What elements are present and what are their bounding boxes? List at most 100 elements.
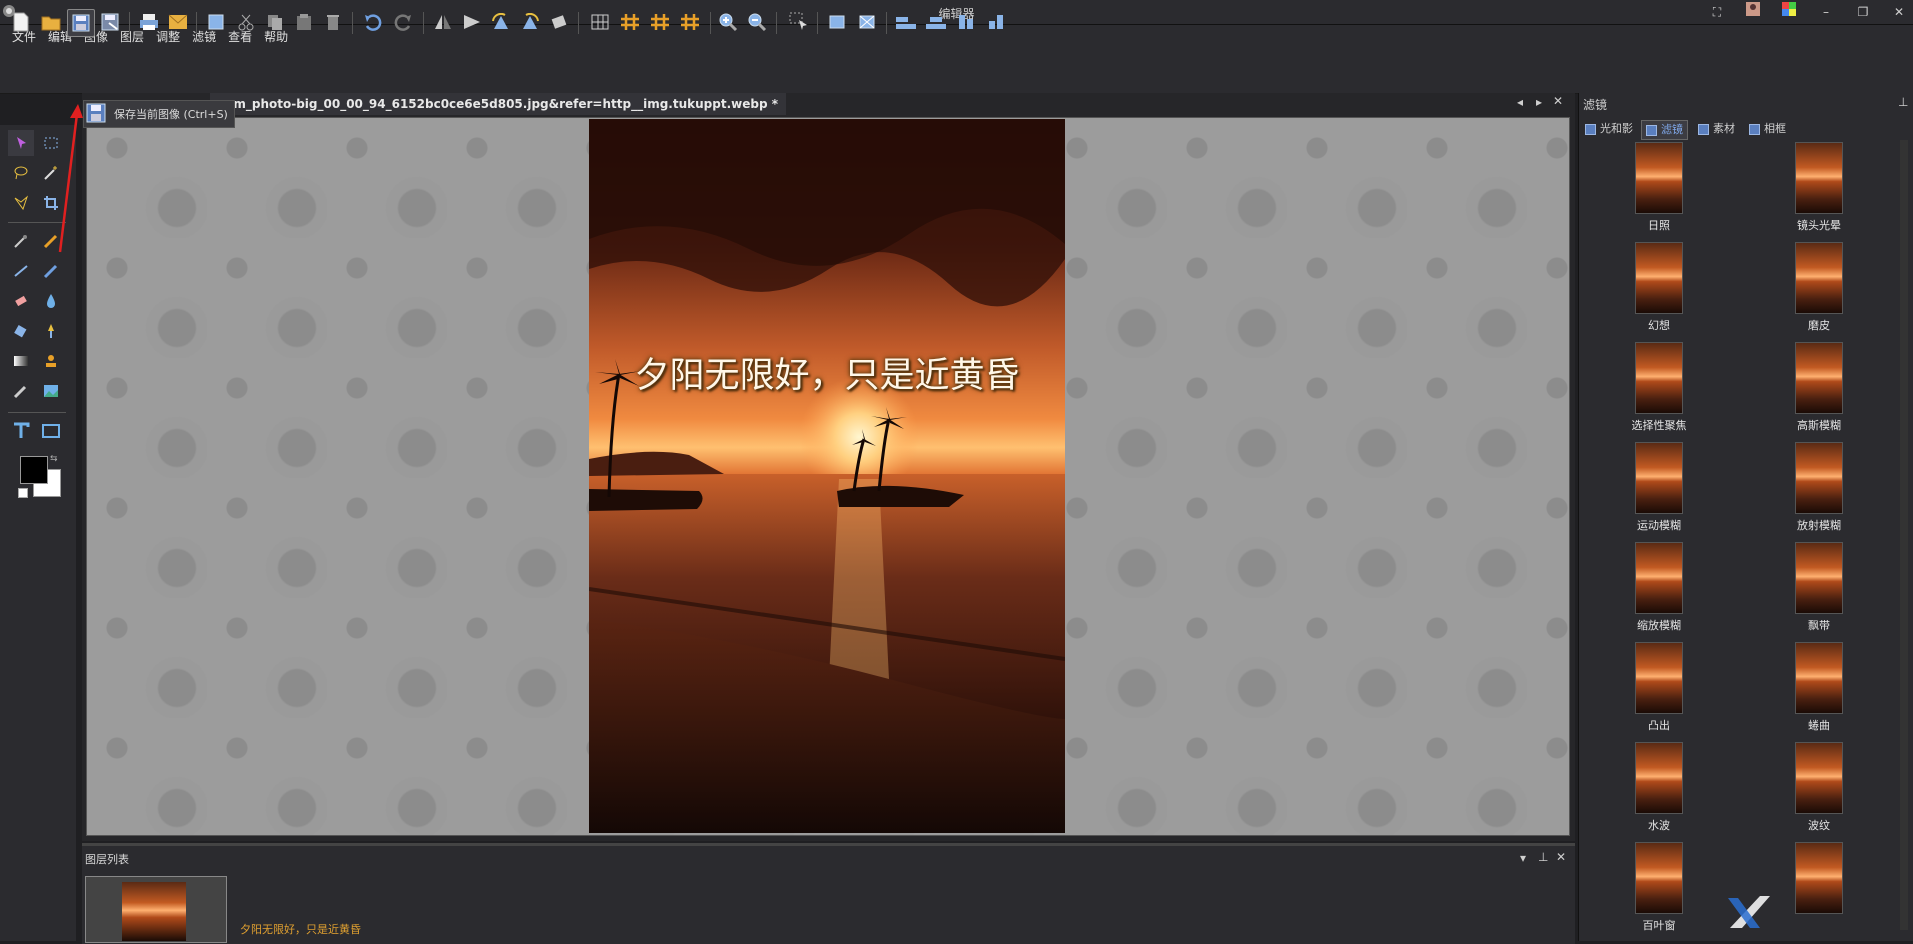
close-button[interactable]: ✕: [1888, 2, 1910, 22]
skin-icon[interactable]: [1778, 2, 1800, 22]
filter-item[interactable]: 水波: [1599, 742, 1719, 832]
filter-thumbnail[interactable]: [1795, 142, 1843, 214]
text-tool-icon[interactable]: [8, 418, 34, 444]
filter-thumbnail[interactable]: [1635, 542, 1683, 614]
paste-icon[interactable]: [291, 9, 317, 35]
redo-icon[interactable]: [390, 9, 416, 35]
lasso-icon[interactable]: [8, 160, 34, 186]
filter-thumbnail[interactable]: [1795, 542, 1843, 614]
filter-item[interactable]: 缩放模糊: [1599, 542, 1719, 632]
brush-icon[interactable]: [38, 258, 64, 284]
layer-panel-close-icon[interactable]: ✕: [1556, 850, 1566, 864]
filter-thumbnail[interactable]: [1795, 242, 1843, 314]
filter-item[interactable]: 选择性聚焦: [1599, 342, 1719, 432]
smudge-icon[interactable]: [8, 378, 34, 404]
filter-thumbnail[interactable]: [1635, 242, 1683, 314]
hash-grid-icon[interactable]: [617, 9, 643, 35]
open-folder-icon[interactable]: [38, 9, 64, 35]
grid-icon[interactable]: [587, 9, 613, 35]
filter-item[interactable]: 百叶窗: [1599, 842, 1719, 932]
filter-item[interactable]: 放射模糊: [1759, 442, 1879, 532]
cut-icon[interactable]: [233, 9, 259, 35]
clone-stamp-icon[interactable]: [38, 348, 64, 374]
flip-horizontal-icon[interactable]: [430, 9, 456, 35]
align-bottom-icon[interactable]: [983, 9, 1009, 35]
hash-grid-3-icon[interactable]: [677, 9, 703, 35]
image-tool-icon[interactable]: [38, 378, 64, 404]
blur-drop-icon[interactable]: [38, 288, 64, 314]
filter-item[interactable]: 日照: [1599, 142, 1719, 232]
filter-thumbnail[interactable]: [1795, 342, 1843, 414]
zoom-in-icon[interactable]: [715, 9, 741, 35]
zoom-out-icon[interactable]: [744, 9, 770, 35]
align-left-icon[interactable]: [893, 9, 919, 35]
shape-tool-icon[interactable]: [38, 418, 64, 444]
foreground-color-swatch[interactable]: [20, 456, 48, 484]
gradient-icon[interactable]: [8, 348, 34, 374]
close-document-icon[interactable]: ✕: [1553, 94, 1563, 108]
filter-thumbnail[interactable]: [1635, 842, 1683, 914]
filter-item[interactable]: 飘带: [1759, 542, 1879, 632]
filter-item[interactable]: 波纹: [1759, 742, 1879, 832]
swap-colors-icon[interactable]: ⇆: [50, 454, 58, 464]
sharpen-icon[interactable]: [38, 318, 64, 344]
eraser-icon[interactable]: [8, 288, 34, 314]
fullscreen-icon[interactable]: ⛶: [1706, 2, 1728, 22]
filter-item[interactable]: 凸出: [1599, 642, 1719, 732]
filter-item[interactable]: 运动模糊: [1599, 442, 1719, 532]
copy-icon[interactable]: [262, 9, 288, 35]
filter-item[interactable]: 幻想: [1599, 242, 1719, 332]
filter-thumbnail[interactable]: [1635, 442, 1683, 514]
flip-vertical-icon[interactable]: [459, 9, 485, 35]
minimize-button[interactable]: –: [1815, 2, 1837, 22]
new-file-icon[interactable]: [8, 9, 34, 35]
filter-thumbnail[interactable]: [1635, 742, 1683, 814]
hash-grid-2-icon[interactable]: [647, 9, 673, 35]
filter-item[interactable]: 磨皮: [1759, 242, 1879, 332]
document-tab[interactable]: com_photo-big_00_00_94_6152bc0ce6e5d805.…: [210, 93, 786, 115]
pin-panel-icon[interactable]: ⊥: [1898, 95, 1908, 109]
rotate-right-icon[interactable]: [517, 9, 543, 35]
delete-icon[interactable]: [320, 9, 346, 35]
save-button[interactable]: [67, 9, 95, 37]
pen-select-icon[interactable]: [8, 190, 34, 216]
copy-canvas-icon[interactable]: [203, 9, 229, 35]
reset-colors-icon[interactable]: [18, 488, 28, 498]
tab-frames[interactable]: 相框: [1745, 120, 1790, 138]
align-right-icon[interactable]: [953, 9, 979, 35]
tab-scroll-right-icon[interactable]: ▸: [1536, 95, 1542, 109]
line-tool-icon[interactable]: [8, 258, 34, 284]
filter-thumbnail[interactable]: [1795, 742, 1843, 814]
filter-thumbnail[interactable]: [1635, 342, 1683, 414]
filter-panel-scrollbar[interactable]: [1900, 140, 1908, 930]
layer-panel-menu-icon[interactable]: ▾: [1520, 851, 1526, 865]
filter-item[interactable]: 蜷曲: [1759, 642, 1879, 732]
avatar-icon[interactable]: [1742, 2, 1764, 22]
select-move-icon[interactable]: [786, 9, 812, 35]
undo-icon[interactable]: [360, 9, 386, 35]
free-rotate-icon[interactable]: [546, 9, 572, 35]
tab-light-shadow[interactable]: 光和影: [1581, 120, 1637, 138]
layer-panel-pin-icon[interactable]: ⊥: [1538, 850, 1548, 864]
crop-shrink-icon[interactable]: [854, 9, 880, 35]
email-icon[interactable]: [165, 9, 191, 35]
eyedropper-icon[interactable]: [8, 228, 34, 254]
tab-filters[interactable]: 滤镜: [1641, 120, 1688, 140]
filter-thumbnail[interactable]: [1635, 642, 1683, 714]
maximize-button[interactable]: ❐: [1852, 2, 1874, 22]
filter-item[interactable]: 镜头光晕: [1759, 142, 1879, 232]
move-tool-icon[interactable]: [8, 130, 34, 156]
filter-thumbnail[interactable]: [1795, 442, 1843, 514]
save-as-button[interactable]: [97, 9, 123, 35]
filter-thumbnail[interactable]: [1635, 142, 1683, 214]
align-center-icon[interactable]: [923, 9, 949, 35]
tab-scroll-left-icon[interactable]: ◂: [1517, 95, 1523, 109]
image-text-layer[interactable]: 夕阳无限好，只是近黄昏: [589, 347, 1065, 398]
sunset-image[interactable]: 夕阳无限好，只是近黄昏: [589, 119, 1065, 833]
filter-item[interactable]: 高斯模糊: [1759, 342, 1879, 432]
filter-thumbnail[interactable]: [1795, 642, 1843, 714]
paint-bucket-icon[interactable]: [8, 318, 34, 344]
rotate-left-icon[interactable]: [488, 9, 514, 35]
crop-fit-icon[interactable]: [824, 9, 850, 35]
layer-thumbnail[interactable]: [122, 882, 186, 941]
